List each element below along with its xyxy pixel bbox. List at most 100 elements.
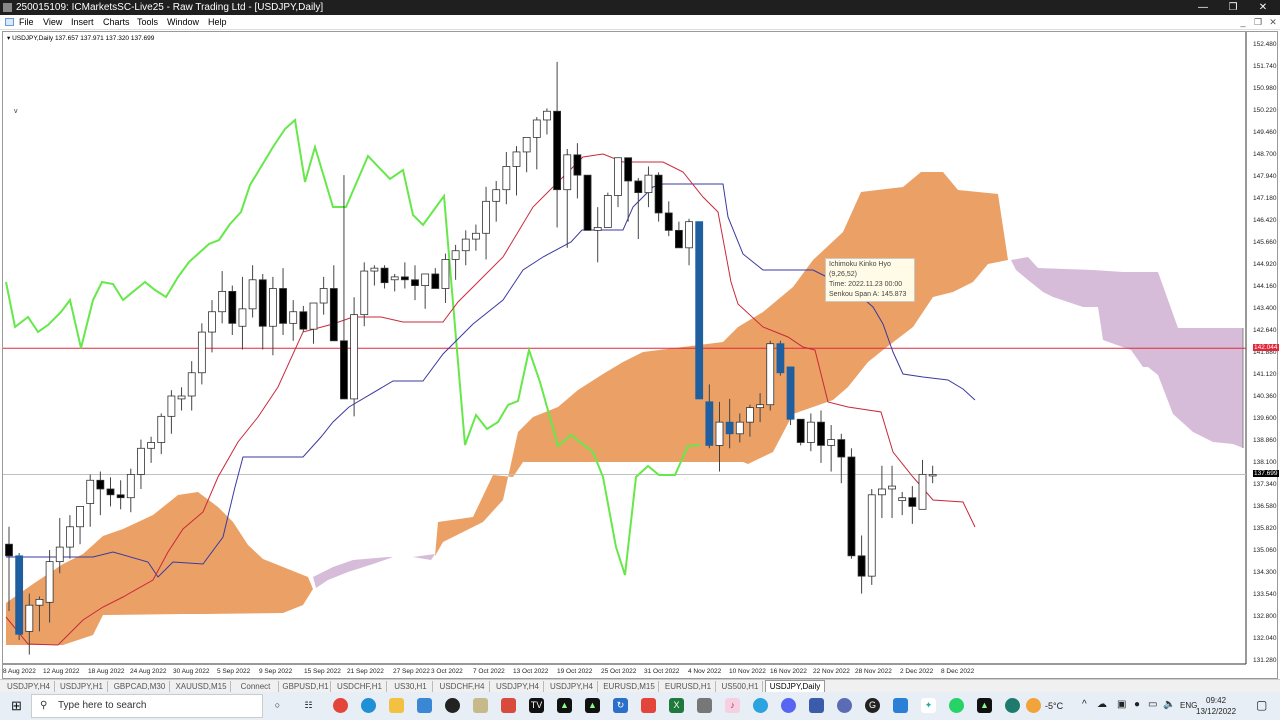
- edge-icon[interactable]: [361, 698, 376, 713]
- chart-tab[interactable]: GBPUSD,H1: [281, 681, 331, 692]
- onedrive-icon[interactable]: ☁: [1097, 699, 1107, 710]
- chart-tab[interactable]: Connect: [233, 681, 279, 692]
- maximize-button[interactable]: ❐: [1218, 0, 1248, 15]
- candle-body: [187, 372, 196, 397]
- date-tick-label: 7 Oct 2022: [473, 668, 505, 675]
- date-tick-label: 4 Nov 2022: [688, 668, 722, 675]
- chart-window-icon[interactable]: [5, 18, 14, 26]
- chart-tab[interactable]: US500,H1: [718, 681, 763, 692]
- calculator-icon[interactable]: [697, 698, 712, 713]
- whatsapp-icon[interactable]: [949, 698, 964, 713]
- ohlc-readout: USDJPY,Daily 137.657 137.971 137.320 137…: [12, 35, 155, 42]
- date-tick-label: 5 Sep 2022: [217, 668, 251, 675]
- network-icon[interactable]: ▭: [1148, 699, 1157, 710]
- window-title: 250015109: ICMarketsSC-Live25 - Raw Trad…: [16, 2, 324, 13]
- chrome-icon[interactable]: [333, 698, 348, 713]
- candle-body: [502, 166, 511, 191]
- mdi-restore-button[interactable]: ❐: [1251, 15, 1265, 29]
- date-tick-label: 25 Oct 2022: [601, 668, 637, 675]
- app-icon-red[interactable]: [501, 698, 516, 713]
- microphone-icon[interactable]: ●: [1134, 699, 1140, 710]
- chart-tab[interactable]: USDJPY,H4: [3, 681, 55, 692]
- volume-icon[interactable]: 🔈: [1163, 699, 1175, 710]
- menu-view[interactable]: View: [43, 15, 62, 29]
- metatrader-icon-2[interactable]: ▲: [585, 698, 600, 713]
- candle-body: [573, 154, 582, 176]
- candle-body: [705, 401, 714, 446]
- taskbar-search-input[interactable]: ⚲ Type here to search: [31, 694, 263, 718]
- weather-icon[interactable]: [1026, 698, 1041, 713]
- chart-canvas[interactable]: [3, 32, 1279, 680]
- candle-body: [55, 546, 64, 563]
- chart-tab[interactable]: USDJPY,H4: [492, 681, 544, 692]
- mdi-minimize-button[interactable]: _: [1236, 15, 1250, 29]
- chart-tab[interactable]: USDJPY,H1: [56, 681, 108, 692]
- app-icon-oval[interactable]: [837, 698, 852, 713]
- cortana-icon[interactable]: ○: [270, 698, 285, 713]
- paint-icon[interactable]: [473, 698, 488, 713]
- candle-body: [614, 157, 622, 196]
- chart-tab[interactable]: US30,H1: [389, 681, 433, 692]
- candle-body: [208, 311, 216, 333]
- menu-file[interactable]: File: [19, 15, 34, 29]
- menu-charts[interactable]: Charts: [103, 15, 130, 29]
- kodi-icon[interactable]: ✦: [921, 698, 936, 713]
- menu-window[interactable]: Window: [167, 15, 199, 29]
- logitech-icon[interactable]: G: [865, 698, 880, 713]
- price-tick-label: 150.220: [1253, 106, 1277, 114]
- chart-tab[interactable]: EURUSD,H1: [661, 681, 716, 692]
- itunes-icon[interactable]: ♪: [725, 698, 740, 713]
- clock-time: 09:42: [1206, 696, 1227, 705]
- price-tick-label: 135.060: [1253, 547, 1277, 555]
- network-app-icon[interactable]: [809, 698, 824, 713]
- minimize-button[interactable]: —: [1188, 0, 1218, 15]
- price-tick-label: 137.340: [1253, 480, 1277, 488]
- candle-body: [827, 439, 836, 446]
- chart-tab[interactable]: XAUUSD,M15: [172, 681, 231, 692]
- notifications-icon[interactable]: ▢: [1256, 698, 1267, 712]
- candle-body: [918, 474, 927, 510]
- candle-body: [35, 599, 44, 606]
- menu-insert[interactable]: Insert: [71, 15, 94, 29]
- media-player-icon[interactable]: [445, 698, 460, 713]
- chart-window[interactable]: ▾ USDJPY,Daily 137.657 137.971 137.320 1…: [2, 31, 1279, 680]
- windows-start-icon[interactable]: ⊞: [9, 698, 24, 713]
- show-hidden-icons[interactable]: ^: [1082, 699, 1087, 710]
- candle-body: [268, 288, 277, 327]
- price-tick-label: 140.360: [1253, 393, 1277, 401]
- app-icon-blue[interactable]: [893, 698, 908, 713]
- tradingview-icon[interactable]: TV: [529, 698, 544, 713]
- weather-temp[interactable]: -5°C: [1045, 701, 1063, 711]
- candle-body: [228, 290, 237, 324]
- menu-help[interactable]: Help: [208, 15, 227, 29]
- candle-body: [137, 447, 145, 475]
- candle-body: [167, 395, 176, 417]
- task-view-icon[interactable]: ☷: [301, 698, 316, 713]
- metatrader-icon-1[interactable]: ▲: [557, 698, 572, 713]
- mail-icon[interactable]: [417, 698, 432, 713]
- chart-tab[interactable]: GBPCAD,M30: [110, 681, 170, 692]
- candle-body: [898, 497, 907, 502]
- language-indicator[interactable]: ENG: [1180, 701, 1197, 710]
- office-icon[interactable]: [641, 698, 656, 713]
- chart-tab[interactable]: USDCHF,H4: [435, 681, 490, 692]
- date-tick-label: 16 Nov 2022: [770, 668, 807, 675]
- date-tick-label: 31 Oct 2022: [644, 668, 680, 675]
- app-icon-teal[interactable]: [1005, 698, 1020, 713]
- chart-tab[interactable]: USDCHF,H1: [333, 681, 387, 692]
- excel-icon[interactable]: X: [669, 698, 684, 713]
- close-button[interactable]: ✕: [1248, 0, 1278, 15]
- date-tick-label: 3 Oct 2022: [431, 668, 463, 675]
- metatrader-icon-3[interactable]: ▲: [977, 698, 992, 713]
- candle-body: [888, 485, 896, 490]
- chart-tab[interactable]: USDJPY,H4: [546, 681, 598, 692]
- menu-tools[interactable]: Tools: [137, 15, 158, 29]
- file-explorer-icon[interactable]: [389, 698, 404, 713]
- telegram-icon[interactable]: [753, 698, 768, 713]
- camera-icon[interactable]: ▣: [1117, 699, 1126, 710]
- chart-tab[interactable]: EURUSD,M15: [600, 681, 659, 692]
- mdi-close-button[interactable]: ✕: [1266, 15, 1280, 29]
- discord-icon[interactable]: [781, 698, 796, 713]
- refresh-app-icon[interactable]: ↻: [613, 698, 628, 713]
- clock[interactable]: 09:42 13/12/2022: [1196, 695, 1236, 717]
